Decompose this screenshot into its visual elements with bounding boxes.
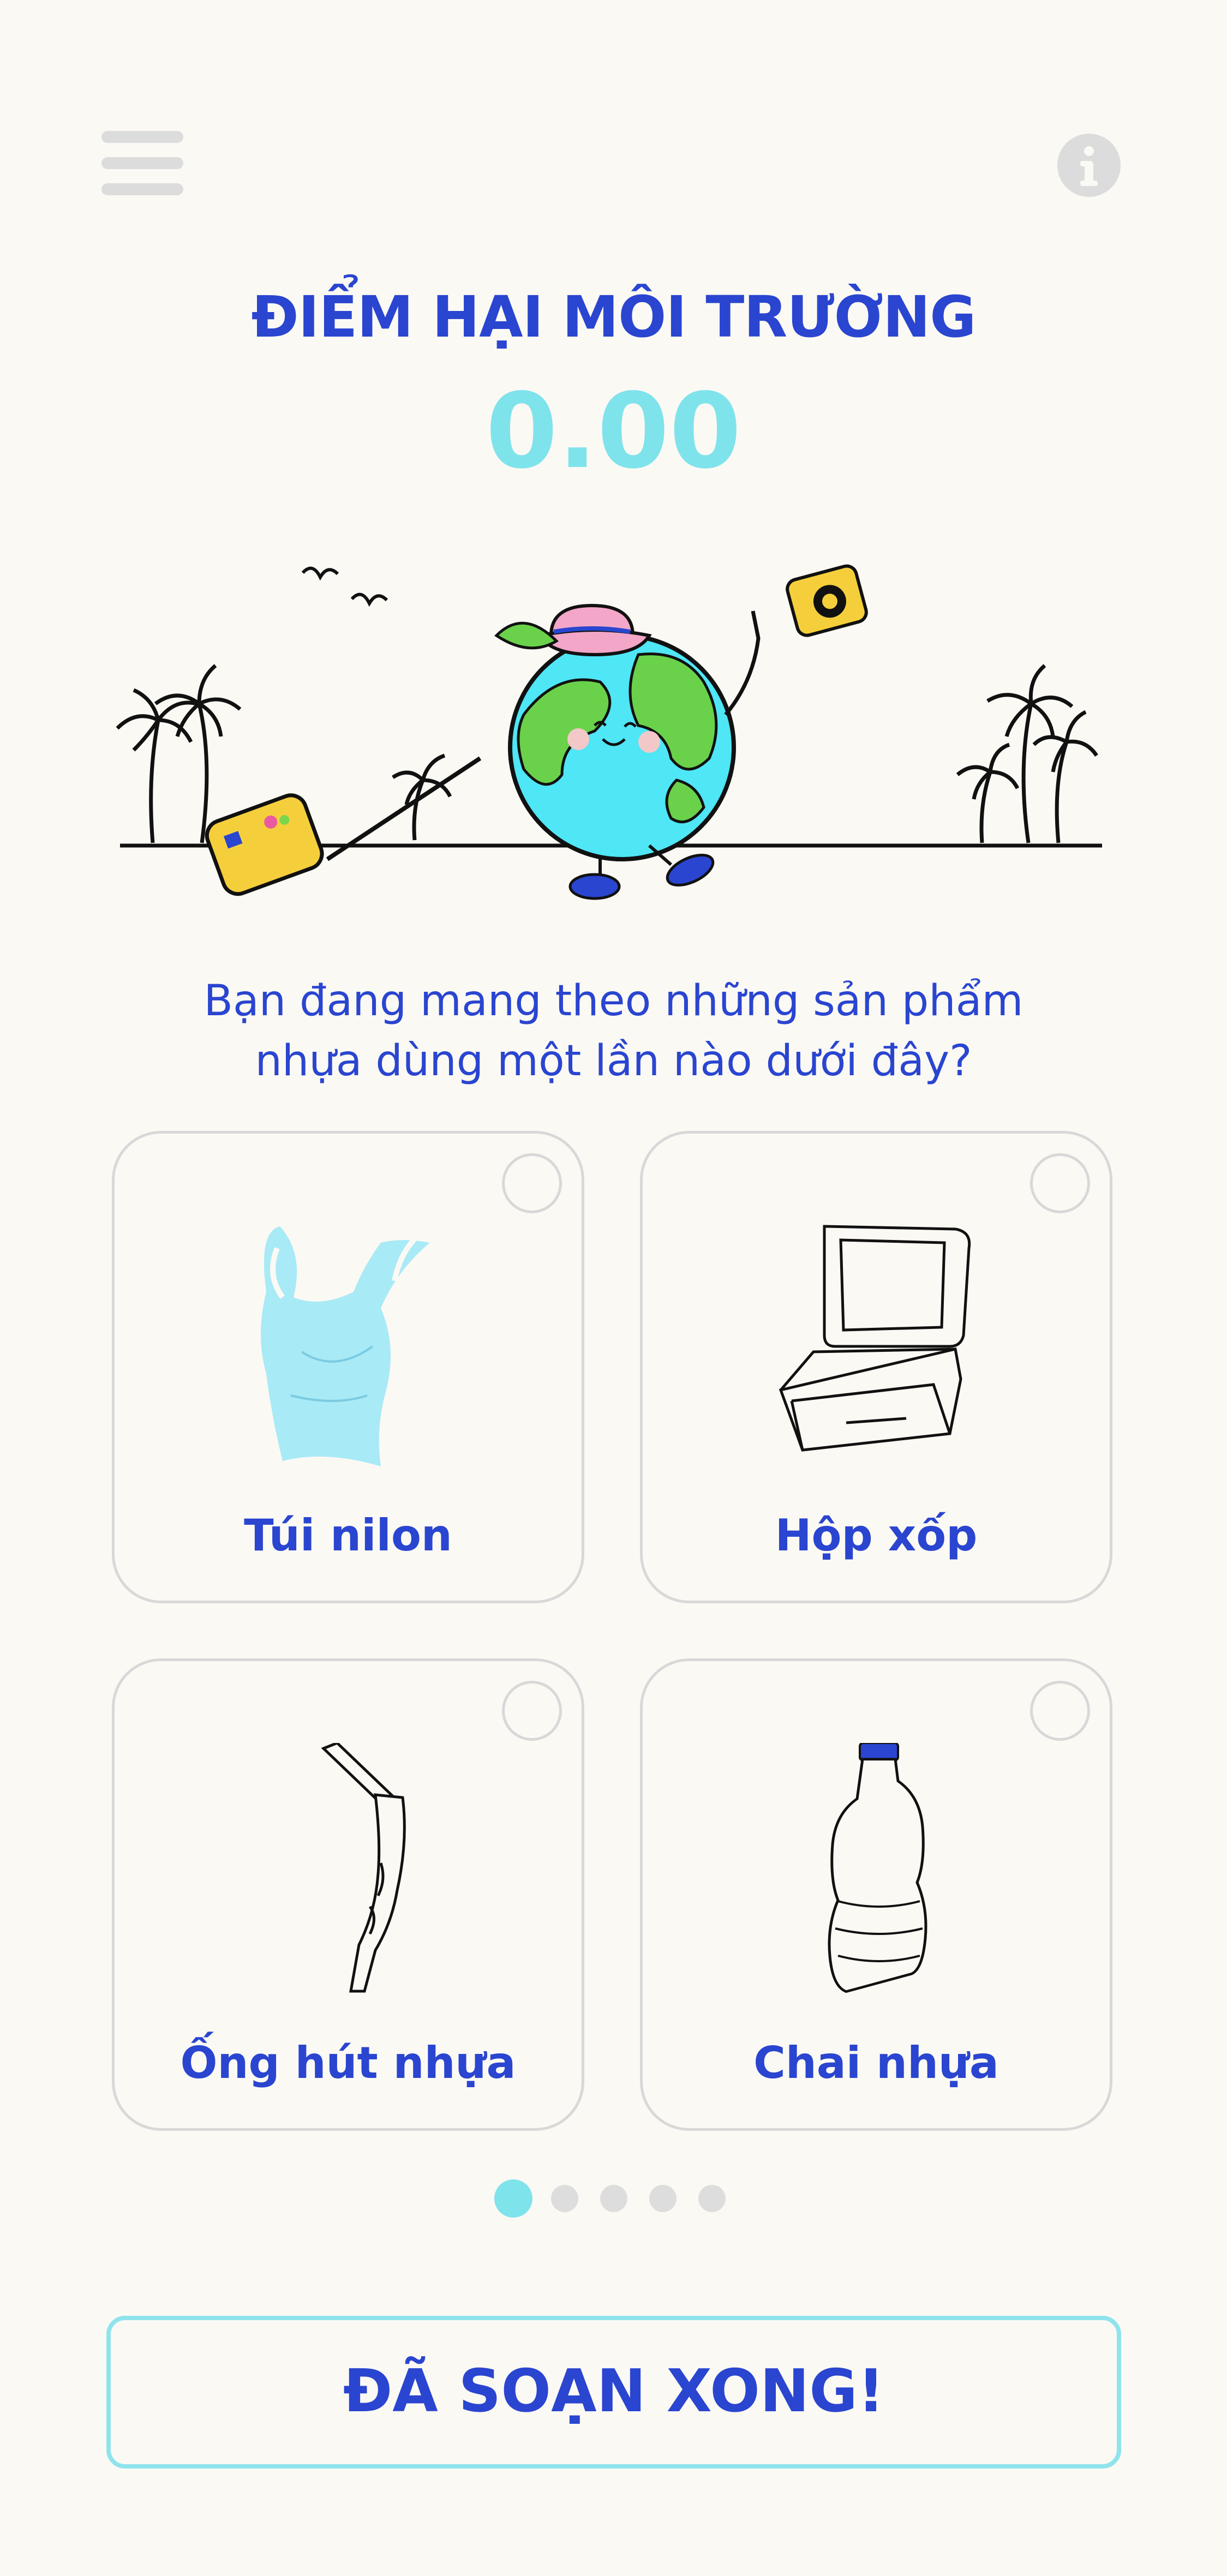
item-label: Hộp xốp [775, 1510, 978, 1561]
item-card-foam-box[interactable]: Hộp xốp [640, 1131, 1112, 1603]
plastic-bottle-icon [828, 1743, 927, 1993]
item-card-plastic-straw[interactable]: Ống hút nhựa [112, 1658, 584, 2131]
item-card-plastic-bag[interactable]: Túi nilon [112, 1131, 584, 1603]
score-title: ĐIỂM HẠI MÔI TRƯỜNG [251, 284, 977, 350]
select-radio[interactable] [502, 1153, 562, 1213]
select-radio[interactable] [502, 1681, 562, 1741]
menu-button[interactable] [101, 131, 183, 196]
info-icon [1080, 146, 1098, 186]
question-text: Bạn đang mang theo những sản phẩm nhựa d… [0, 971, 1227, 1091]
select-radio[interactable] [1030, 1681, 1090, 1741]
question-line-1: Bạn đang mang theo những sản phẩm [203, 977, 1024, 1026]
select-radio[interactable] [1030, 1153, 1090, 1213]
page-dot-2[interactable] [551, 2185, 578, 2212]
foam-box-icon [779, 1225, 971, 1452]
done-button[interactable]: ĐÃ SOẠN XONG! [106, 2316, 1121, 2469]
score-value: 0.00 [486, 371, 741, 492]
question-line-2: nhựa dùng một lần nào dưới đây? [255, 1037, 972, 1086]
pagination-dots [0, 2179, 1227, 2218]
page-dot-3[interactable] [600, 2185, 627, 2212]
plastic-bag-icon [261, 1226, 430, 1466]
item-label: Ống hút nhựa [180, 2038, 516, 2088]
plastic-straw-icon [321, 1743, 406, 1993]
item-card-plastic-bottle[interactable]: Chai nhựa [640, 1658, 1112, 2131]
item-label: Túi nilon [244, 1510, 452, 1561]
page-dot-4[interactable] [649, 2185, 677, 2212]
item-label: Chai nhựa [753, 2038, 999, 2088]
page-dot-1[interactable] [494, 2179, 532, 2218]
hamburger-menu-icon [101, 131, 183, 143]
earth-traveler-illustration [116, 564, 1102, 900]
info-button[interactable] [1057, 134, 1121, 197]
page-dot-5[interactable] [698, 2185, 726, 2212]
